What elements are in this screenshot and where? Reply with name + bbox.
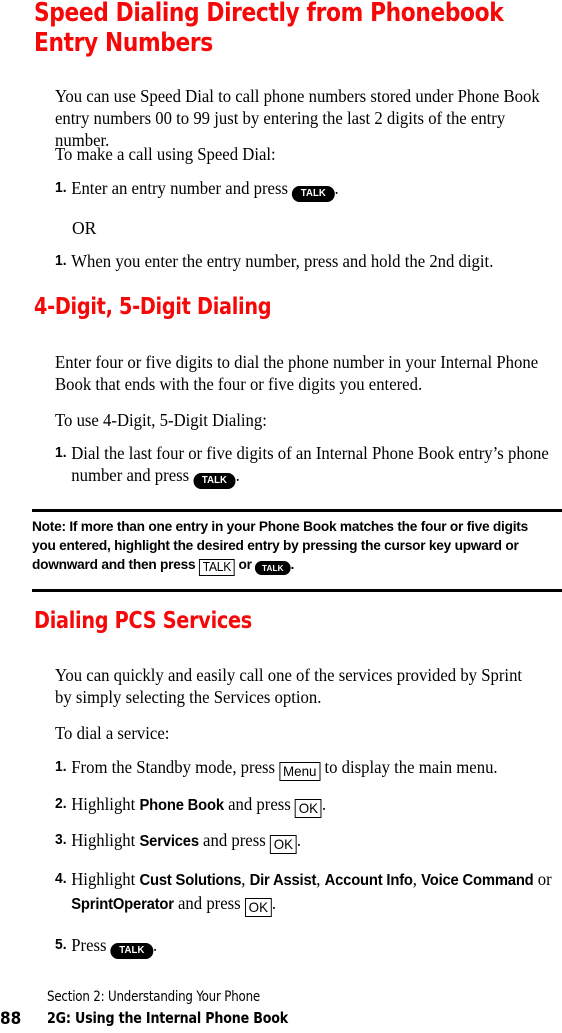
step-number: 3. bbox=[55, 832, 67, 848]
talk-key-icon[interactable]: TALK bbox=[110, 943, 154, 959]
paragraph-pcs-services-leadin: To dial a service: bbox=[55, 723, 170, 743]
step-text: , bbox=[241, 869, 250, 889]
menu-option-label: Cust Solutions bbox=[139, 872, 242, 889]
paragraph-pcs-services-intro: You can quickly and easily call one of t… bbox=[55, 665, 523, 707]
note-text-part3: . bbox=[290, 557, 295, 573]
step-number: 1. bbox=[55, 445, 67, 461]
list-item: 1. Dial the last four or five digits of … bbox=[55, 442, 554, 489]
paragraph-4-5-digit-leadin: To use 4-Digit, 5-Digit Dialing: bbox=[55, 410, 267, 430]
list-item: 1. When you enter the entry number, pres… bbox=[55, 250, 549, 272]
step-number: 4. bbox=[55, 871, 67, 887]
menu-option-label: SprintOperator bbox=[71, 896, 174, 913]
menu-option-label: Dir Assist bbox=[249, 872, 317, 889]
list-item: 3. Highlight Services and press OK. bbox=[55, 829, 554, 854]
ok-softkey-icon[interactable]: OK bbox=[244, 898, 272, 917]
step-text: or bbox=[533, 869, 552, 889]
step-number: 5. bbox=[55, 937, 67, 953]
ok-softkey-icon[interactable]: OK bbox=[294, 799, 322, 818]
step-text-after: . bbox=[334, 178, 339, 198]
step-text: and press bbox=[198, 830, 270, 850]
step-text: Press bbox=[71, 935, 111, 955]
step-text-after: . bbox=[235, 465, 240, 485]
menu-option-label: Account Info bbox=[324, 872, 413, 889]
note-rule-bottom bbox=[32, 589, 562, 592]
menu-option-label: Phone Book bbox=[139, 797, 224, 814]
list-item: 1. From the Standby mode, press Menu to d… bbox=[55, 756, 554, 781]
page-title: Speed Dialing Directly from Phonebook En… bbox=[34, 0, 554, 58]
talk-softkey-icon[interactable]: TALK bbox=[198, 559, 235, 576]
list-item: 2. Highlight Phone Book and press OK. bbox=[55, 793, 554, 818]
step-text: Highlight bbox=[71, 869, 140, 889]
step-text: and press bbox=[223, 794, 295, 814]
paragraph-speed-dial-leadin: To make a call using Speed Dial: bbox=[55, 144, 276, 164]
step-text: Highlight bbox=[71, 794, 140, 814]
manual-page: Speed Dialing Directly from Phonebook En… bbox=[0, 0, 562, 1033]
note-rule-top bbox=[32, 509, 562, 512]
heading-4-5-digit-dialing: 4-Digit, 5-Digit Dialing bbox=[34, 294, 272, 320]
menu-softkey-icon[interactable]: Menu bbox=[279, 762, 321, 781]
step-number: 2. bbox=[55, 796, 67, 812]
step-text: From the Standby mode, press bbox=[71, 757, 280, 777]
step-text: Highlight bbox=[71, 830, 140, 850]
step-number: 1. bbox=[55, 180, 67, 196]
paragraph-4-5-digit-intro: Enter four or five digits to dial the ph… bbox=[55, 352, 539, 394]
heading-dialing-pcs-services: Dialing PCS Services bbox=[34, 608, 252, 634]
step-text: to display the main menu. bbox=[320, 757, 498, 777]
step-text-before: Enter an entry number and press bbox=[71, 178, 293, 198]
list-item: 4. Highlight Cust Solutions, Dir Assist, … bbox=[55, 868, 554, 917]
step-text-before: Dial the last four or five digits of an … bbox=[71, 443, 549, 485]
menu-option-label: Services bbox=[139, 833, 199, 850]
step-text: When you enter the entry number, press a… bbox=[71, 251, 494, 271]
note-text-part2: or bbox=[234, 557, 256, 573]
talk-key-icon[interactable]: TALK bbox=[255, 561, 291, 575]
step-number: 1. bbox=[55, 253, 67, 269]
step-text: . bbox=[153, 935, 158, 955]
footer-subsection: 2G: Using the Internal Phone Book bbox=[47, 1009, 289, 1027]
list-item: 1. Enter an entry number and press TALK. bbox=[55, 177, 549, 202]
step-number: 1. bbox=[55, 759, 67, 775]
page-number: 88 bbox=[0, 1009, 22, 1029]
ok-softkey-icon[interactable]: OK bbox=[269, 835, 297, 854]
talk-key-icon[interactable]: TALK bbox=[292, 186, 335, 202]
list-item: 5. Press TALK. bbox=[55, 934, 554, 959]
talk-key-icon[interactable]: TALK bbox=[193, 473, 236, 489]
step-text: . bbox=[321, 794, 327, 814]
step-text: . bbox=[296, 830, 302, 850]
step-text: . bbox=[271, 893, 276, 913]
heading-speed-dialing-line1: Speed Dialing Directly from Phonebook bbox=[34, 0, 504, 28]
paragraph-speed-dial-intro: You can use Speed Dial to call phone num… bbox=[55, 86, 540, 150]
footer-section: Section 2: Understanding Your Phone bbox=[47, 989, 260, 1005]
heading-speed-dialing-line2: Entry Numbers bbox=[34, 28, 213, 58]
menu-option-label: Voice Command bbox=[421, 872, 534, 889]
note-block: Note: If more than one entry in your Pho… bbox=[32, 518, 547, 576]
note-label: Note: bbox=[32, 519, 66, 535]
or-separator-label: OR bbox=[72, 218, 97, 238]
step-text: and press bbox=[173, 893, 245, 913]
